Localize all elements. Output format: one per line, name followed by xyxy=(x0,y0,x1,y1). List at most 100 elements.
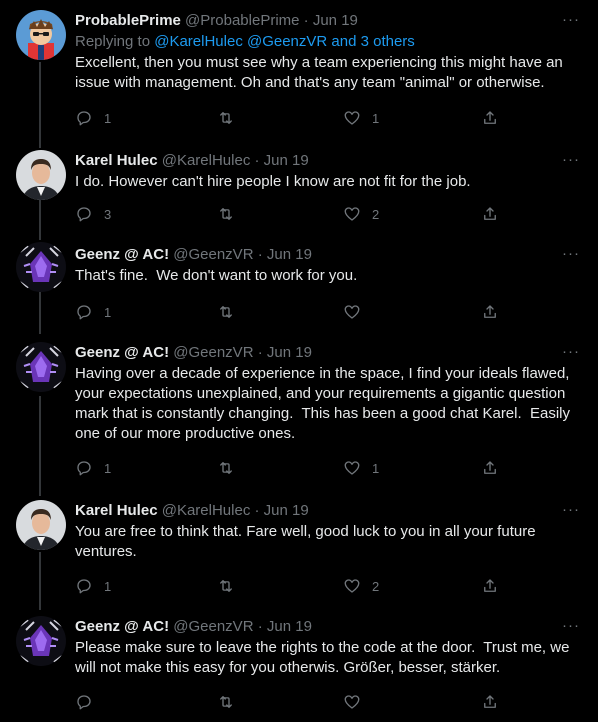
reply-mentions-link[interactable]: @KarelHulec @GeenzVR and 3 others xyxy=(154,33,415,50)
more-options-icon[interactable]: ··· xyxy=(562,500,580,520)
user-handle[interactable]: @ProbablePrime xyxy=(185,12,299,29)
tweet-date[interactable]: Jun 19 xyxy=(313,12,358,29)
user-handle[interactable]: @GeenzVR xyxy=(173,246,253,263)
heart-icon xyxy=(344,305,360,319)
heart-icon xyxy=(344,207,360,221)
tweet-text: Excellent, then you must see why a team … xyxy=(75,54,567,91)
tweet[interactable]: Karel Hulec @KarelHulec · Jun 19 ··· I d… xyxy=(0,140,598,234)
tweet-header: Geenz @ AC! @GeenzVR · Jun 19 xyxy=(75,616,580,638)
reply-icon xyxy=(77,305,91,320)
like-button[interactable] xyxy=(343,302,372,322)
reply-button[interactable]: 1 xyxy=(75,576,111,596)
tweet[interactable]: Geenz @ AC! @GeenzVR · Jun 19 ··· Having… xyxy=(0,330,598,490)
display-name[interactable]: Geenz @ AC! xyxy=(75,344,169,361)
share-button[interactable] xyxy=(481,302,499,322)
tweet-header: Geenz @ AC! @GeenzVR · Jun 19 xyxy=(75,244,580,266)
like-button[interactable]: 2 xyxy=(343,204,379,224)
retweet-icon xyxy=(220,580,232,592)
display-name[interactable]: ProbablePrime xyxy=(75,12,181,29)
like-button[interactable] xyxy=(343,692,372,712)
retweet-icon xyxy=(220,112,232,124)
share-icon xyxy=(484,461,496,474)
reply-button[interactable]: 1 xyxy=(75,458,111,478)
reply-count: 1 xyxy=(104,460,112,476)
tweet-date[interactable]: Jun 19 xyxy=(264,152,309,169)
tweet-actions: 3 2 xyxy=(75,204,515,224)
heart-icon xyxy=(344,579,360,593)
tweet-date[interactable]: Jun 19 xyxy=(267,344,312,361)
tweet-date[interactable]: Jun 19 xyxy=(264,502,309,519)
more-options-icon[interactable]: ··· xyxy=(562,150,580,170)
tweet-text: Please make sure to leave the rights to … xyxy=(75,639,574,676)
like-button[interactable]: 1 xyxy=(343,458,379,478)
retweet-button[interactable] xyxy=(217,576,246,596)
avatar[interactable] xyxy=(16,242,66,292)
more-options-icon[interactable]: ··· xyxy=(562,10,580,30)
heart-icon xyxy=(344,111,360,125)
like-count: 1 xyxy=(372,110,380,126)
reply-icon xyxy=(77,461,91,476)
tweet[interactable]: Geenz @ AC! @GeenzVR · Jun 19 ··· Please… xyxy=(0,606,598,722)
share-button[interactable] xyxy=(481,692,499,712)
heart-icon xyxy=(344,461,360,475)
tweet-text: I do. However can't hire people I know a… xyxy=(75,173,471,190)
avatar[interactable] xyxy=(16,10,66,60)
retweet-button[interactable] xyxy=(217,692,246,712)
tweet[interactable]: ProbablePrime @ProbablePrime · Jun 19 ··… xyxy=(0,0,598,140)
retweet-icon xyxy=(220,462,232,474)
tweet-actions: 1 xyxy=(75,302,515,322)
retweet-icon xyxy=(220,306,232,318)
tweet-date[interactable]: Jun 19 xyxy=(267,618,312,635)
user-handle[interactable]: @KarelHulec xyxy=(162,152,251,169)
more-options-icon[interactable]: ··· xyxy=(562,616,580,636)
display-name[interactable]: Geenz @ AC! xyxy=(75,618,169,635)
share-button[interactable] xyxy=(481,204,499,224)
retweet-button[interactable] xyxy=(217,458,246,478)
retweet-button[interactable] xyxy=(217,204,246,224)
reply-button[interactable]: 1 xyxy=(75,302,111,322)
share-button[interactable] xyxy=(481,108,499,128)
share-button[interactable] xyxy=(481,458,499,478)
tweet[interactable]: Geenz @ AC! @GeenzVR · Jun 19 ··· That's… xyxy=(0,234,598,330)
separator: · xyxy=(257,618,263,635)
reply-count: 1 xyxy=(104,304,112,320)
display-name[interactable]: Geenz @ AC! xyxy=(75,246,169,263)
reply-icon xyxy=(77,111,91,126)
tweet[interactable]: Karel Hulec @KarelHulec · Jun 19 ··· You… xyxy=(0,490,598,606)
user-handle[interactable]: @KarelHulec xyxy=(162,502,251,519)
reply-button[interactable]: 1 xyxy=(75,108,111,128)
display-name[interactable]: Karel Hulec xyxy=(75,152,158,169)
more-options-icon[interactable]: ··· xyxy=(562,244,580,264)
avatar[interactable] xyxy=(16,150,66,200)
replying-to-label: Replying to xyxy=(75,33,155,50)
like-button[interactable]: 2 xyxy=(343,576,379,596)
separator: · xyxy=(303,12,309,29)
heart-icon xyxy=(344,695,360,709)
tweet-actions: 1 1 xyxy=(75,458,515,478)
share-icon xyxy=(484,695,496,708)
separator: · xyxy=(257,344,263,361)
tweet-date[interactable]: Jun 19 xyxy=(267,246,312,263)
tweet-header: Karel Hulec @KarelHulec · Jun 19 xyxy=(75,150,580,172)
retweet-icon xyxy=(220,208,232,220)
user-handle[interactable]: @GeenzVR xyxy=(173,618,253,635)
share-button[interactable] xyxy=(481,576,499,596)
like-count: 1 xyxy=(372,460,380,476)
retweet-icon xyxy=(220,696,232,708)
more-options-icon[interactable]: ··· xyxy=(562,342,580,362)
retweet-button[interactable] xyxy=(217,302,246,322)
reply-button[interactable] xyxy=(75,692,104,712)
reply-icon xyxy=(77,207,91,222)
share-icon xyxy=(484,111,496,124)
tweet-actions: 1 1 xyxy=(75,108,515,128)
like-button[interactable]: 1 xyxy=(343,108,379,128)
avatar[interactable] xyxy=(16,616,66,666)
tweet-header: Karel Hulec @KarelHulec · Jun 19 xyxy=(75,500,580,522)
avatar[interactable] xyxy=(16,342,66,392)
display-name[interactable]: Karel Hulec xyxy=(75,502,158,519)
reply-count: 1 xyxy=(104,578,112,594)
reply-button[interactable]: 3 xyxy=(75,204,111,224)
avatar[interactable] xyxy=(16,500,66,550)
user-handle[interactable]: @GeenzVR xyxy=(173,344,253,361)
retweet-button[interactable] xyxy=(217,108,246,128)
